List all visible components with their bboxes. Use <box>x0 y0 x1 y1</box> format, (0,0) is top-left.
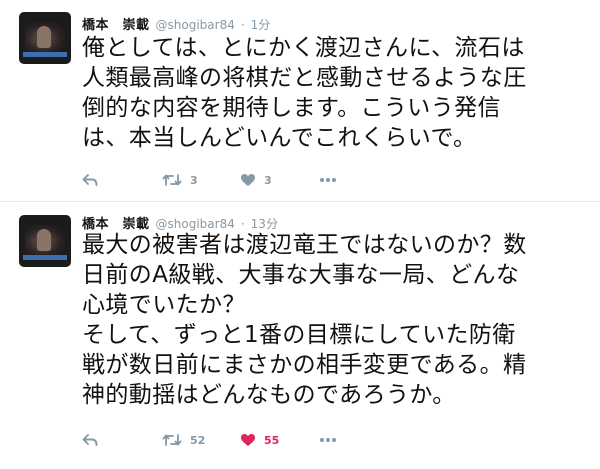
separator-dot: · <box>240 18 245 32</box>
heart-icon <box>241 174 255 186</box>
timestamp[interactable]: 1分 <box>251 16 271 33</box>
avatar-strip <box>23 52 67 57</box>
retweet-icon <box>162 434 182 446</box>
tweet[interactable]: 橋本 崇載 @shogibar84 · 1分 俺としては、とにかく渡辺さんに、流… <box>0 0 600 202</box>
retweet-count: 3 <box>190 173 198 187</box>
more-dots-icon <box>320 178 336 182</box>
user-handle[interactable]: @shogibar84 <box>156 18 235 32</box>
reply-arrow-icon <box>82 174 98 186</box>
tweet-header: 橋本 崇載 @shogibar84 · 13分 <box>82 213 278 232</box>
reply-button[interactable] <box>82 430 98 450</box>
tweet-actions: 52 55 <box>82 430 382 450</box>
more-dots-icon <box>320 438 336 442</box>
avatar-figure <box>37 26 51 48</box>
tweet-actions: 3 3 <box>82 170 382 190</box>
reply-arrow-icon <box>82 434 98 446</box>
reply-button[interactable] <box>82 170 98 190</box>
tweet-text: 最大の被害者は渡辺竜王ではないのか？数 日前のA級戦、大事な大事な一局、どんな … <box>82 232 527 408</box>
heart-icon <box>241 434 255 446</box>
tweet[interactable]: 橋本 崇載 @shogibar84 · 13分 最大の被害者は渡辺竜王ではないの… <box>0 203 600 469</box>
avatar[interactable] <box>19 12 71 64</box>
user-handle[interactable]: @shogibar84 <box>156 217 235 231</box>
separator-dot: · <box>240 217 245 231</box>
tweet-divider <box>0 201 600 202</box>
like-button[interactable]: 55 <box>240 430 279 450</box>
retweet-button[interactable]: 3 <box>162 170 198 190</box>
display-name[interactable]: 橋本 崇載 <box>82 14 150 33</box>
avatar[interactable] <box>19 215 71 267</box>
like-button[interactable]: 3 <box>240 170 272 190</box>
retweet-button[interactable]: 52 <box>162 430 205 450</box>
avatar-strip <box>23 255 67 260</box>
like-count: 55 <box>264 433 280 447</box>
avatar-figure <box>37 229 51 251</box>
tweet-header: 橋本 崇載 @shogibar84 · 1分 <box>82 14 271 33</box>
like-count: 3 <box>264 173 272 187</box>
more-button[interactable] <box>319 170 337 190</box>
more-button[interactable] <box>319 430 337 450</box>
tweet-text: 俺としては、とにかく渡辺さんに、流石は 人類最高峰の将棋だと感動させるような圧 … <box>82 35 527 151</box>
retweet-icon <box>162 174 182 186</box>
retweet-count: 52 <box>190 433 206 447</box>
